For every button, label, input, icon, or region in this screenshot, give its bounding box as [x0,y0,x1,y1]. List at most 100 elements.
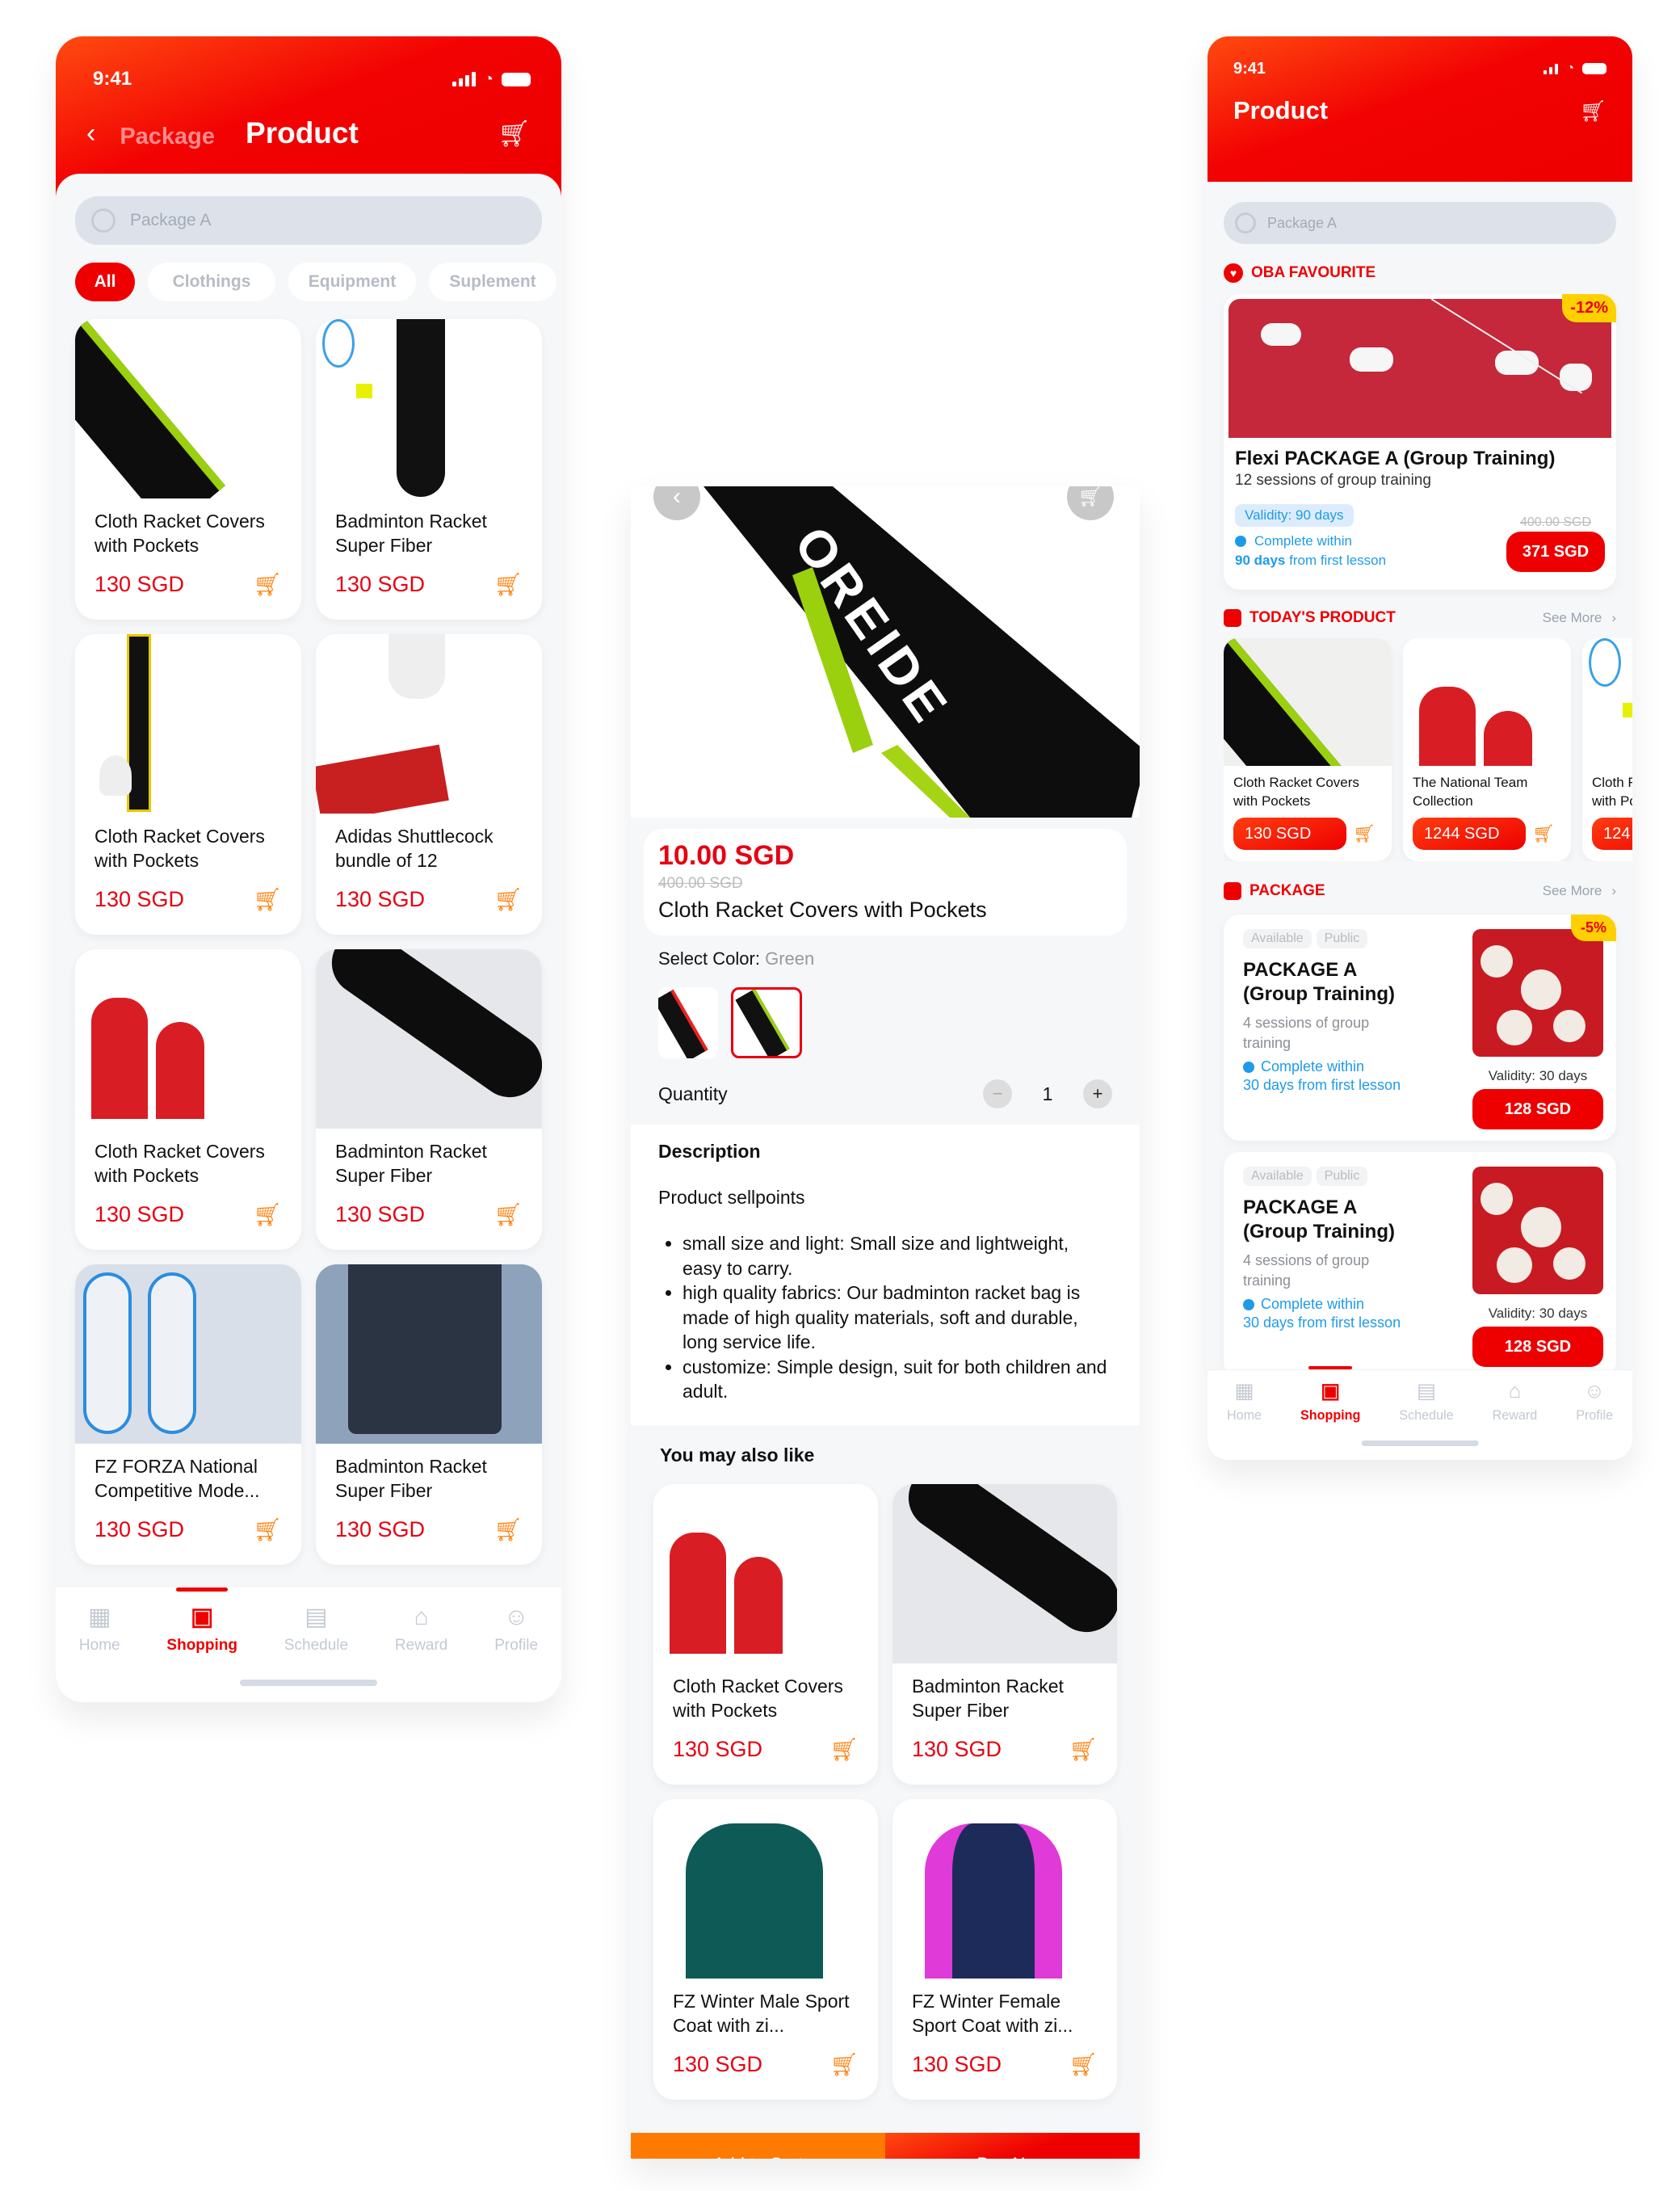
color-swatch-red[interactable] [658,987,718,1058]
section-label: OBA FAVOURITE [1251,264,1376,281]
cart-icon[interactable]: 🛒︎ [1580,99,1606,124]
add-to-cart-icon[interactable]: 🛒︎ [494,1516,523,1543]
nav-shopping[interactable]: ▣ Shopping [1300,1366,1360,1460]
nav-schedule[interactable]: ▤ Schedule [284,1604,348,1702]
package-card[interactable]: Available Public PACKAGE A (Group Trainin… [1224,915,1616,1141]
complete-days: 30 days from first lesson [1243,1077,1401,1094]
price-button[interactable]: 124 [1592,818,1632,850]
add-to-cart-icon[interactable]: 🛒︎ [253,571,282,598]
product-price: 130 SGD [912,2052,1002,2077]
product-image [75,1264,301,1444]
nav-reward[interactable]: ⌂ Reward [395,1604,447,1702]
recommended-product-card[interactable]: FZ Winter Male Sport Coat with zi... 130… [653,1799,878,2101]
chip-suplement[interactable]: Suplement [429,263,556,301]
chip-clothings[interactable]: Clothings [148,263,275,301]
nav-shopping[interactable]: ▣ Shopping [166,1588,237,1702]
color-swatch-green[interactable] [731,987,802,1058]
price-button[interactable]: 128 SGD [1472,1327,1603,1367]
buy-now-button[interactable]: Buy Now [885,2133,1140,2159]
price-button[interactable]: 130 SGD [1233,818,1346,850]
product-price: 130 SGD [335,1517,426,1541]
add-to-cart-icon[interactable]: 🛒︎ [494,1201,523,1228]
see-more-link[interactable]: See More › [1543,610,1616,626]
grid-icon: ▦ [1234,1380,1254,1402]
product-card[interactable]: Cloth Racket Covers with Pockets 130 SGD… [75,634,301,935]
increment-button[interactable]: + [1083,1079,1112,1108]
also-like-title: You may also like [660,1445,815,1466]
shopping-bag-icon: ▣ [1321,1380,1341,1402]
product-card[interactable]: Cloth Racket Covers with Pockets 130 SGD… [75,949,301,1250]
favourite-section-title: ♥ OBA FAVOURITE [1224,263,1616,283]
search-input[interactable]: Package A [75,196,542,245]
action-bar: Add to Cart Buy Now [631,2133,1140,2159]
nav-reward[interactable]: ⌂ Reward [1493,1380,1538,1460]
sellpoint: small size and light: Small size and lig… [682,1231,1112,1281]
add-to-cart-icon[interactable]: 🛒︎ [830,1736,859,1763]
price-button[interactable]: 128 SGD [1472,1089,1603,1129]
discount-badge: -12% [1562,294,1616,322]
gift-icon: ⌂ [1508,1380,1522,1402]
package-card[interactable]: Available Public PACKAGE A (Group Trainin… [1224,1152,1616,1378]
color-swatches [658,987,1112,1058]
nav-label: Schedule [1399,1407,1454,1423]
recommended-product-card[interactable]: FZ Winter Female Sport Coat with zi... 1… [892,1799,1117,2101]
nav-profile[interactable]: ☺ Profile [1576,1380,1613,1460]
nav-schedule[interactable]: ▤ Schedule [1399,1380,1453,1460]
add-to-cart-icon[interactable]: 🛒︎ [1069,2051,1098,2078]
see-more-label: See More [1542,883,1602,898]
see-more-link[interactable]: See More › [1543,883,1616,899]
product-card[interactable]: Badminton Racket Super Fiber 130 SGD 🛒︎ [316,1264,542,1565]
validity-tag: Validity: 90 days [1235,504,1354,527]
product-price: 130 SGD [912,1737,1002,1762]
add-to-cart-icon[interactable]: 🛒︎ [253,886,282,913]
home-indicator [240,1680,377,1686]
status-tag: Available [1243,929,1312,948]
wifi-icon: ◔ [1566,61,1574,75]
decrement-button[interactable]: − [983,1079,1012,1108]
recommended-product-card[interactable]: Badminton Racket Super Fiber 130 SGD 🛒︎ [892,1484,1117,1785]
today-product-card[interactable]: Cloth Racket Covers with Pockets 124 🛒︎ [1582,638,1632,861]
product-card[interactable]: FZ FORZA National Competitive Mode... 13… [75,1264,301,1565]
quantity-value[interactable]: 1 [1012,1083,1083,1105]
chip-all[interactable]: All [75,263,135,301]
back-icon[interactable]: ‹ [86,118,95,149]
search-input[interactable]: Package A [1224,202,1616,244]
add-to-cart-icon[interactable]: 🛒︎ [494,571,523,598]
add-to-cart-icon[interactable]: 🛒︎ [1069,1736,1098,1763]
product-name: FZ FORZA National Competitive Mode... [94,1456,260,1501]
chip-equipment[interactable]: Equipment [288,263,416,301]
add-to-cart-icon[interactable]: 🛒︎ [494,886,523,913]
price-button[interactable]: 371 SGD [1506,532,1605,572]
back-label[interactable]: Package [120,124,215,150]
content: Package A ♥ OBA FAVOURITE -12% Flexi PAC… [1208,184,1632,1460]
also-like-grid: Cloth Racket Covers with Pockets 130 SGD… [653,1484,1117,2101]
product-price: 130 SGD [94,1517,185,1541]
today-product-card[interactable]: The National Team Collection 1244 SGD 🛒︎ [1403,638,1571,861]
favourite-package-card[interactable]: -12% Flexi PACKAGE A (Group Training) 12… [1224,294,1616,590]
product-card[interactable]: Badminton Racket Super Fiber 130 SGD 🛒︎ [316,949,542,1250]
add-to-cart-button[interactable]: Add to Cart [631,2133,885,2159]
product-card[interactable]: Cloth Racket Covers with Pockets 130 SGD… [75,319,301,620]
nav-home[interactable]: ▦ Home [79,1604,120,1702]
quantity-row: Quantity − 1 + [658,1078,1112,1110]
cart-icon[interactable]: 🛒︎ [498,118,531,149]
package-title: PACKAGE A (Group Training) [1243,959,1395,1005]
product-name: Cloth Racket Covers with Pockets [658,898,987,922]
product-name: The National Team Collection [1413,775,1528,809]
product-card[interactable]: Adidas Shuttlecock bundle of 12 130 SGD … [316,634,542,935]
complete-days: 30 days from first lesson [1243,1314,1401,1331]
add-to-cart-icon[interactable]: 🛒︎ [253,1516,282,1543]
active-indicator [176,1588,229,1592]
add-to-cart-icon[interactable]: 🛒︎ [253,1201,282,1228]
add-to-cart-icon[interactable]: 🛒︎ [830,2051,859,2078]
product-card[interactable]: Badminton Racket Super Fiber 130 SGD 🛒︎ [316,319,542,620]
nav-profile[interactable]: ☺ Profile [494,1604,538,1702]
recommended-product-card[interactable]: Cloth Racket Covers with Pockets 130 SGD… [653,1484,878,1785]
today-product-card[interactable]: Cloth Racket Covers with Pockets 130 SGD… [1224,638,1392,861]
nav-home[interactable]: ▦ Home [1227,1380,1262,1460]
product-name: Badminton Racket Super Fiber [335,1456,487,1501]
add-to-cart-icon[interactable]: 🛒︎ [1353,823,1376,844]
add-to-cart-icon[interactable]: 🛒︎ [1532,823,1555,844]
product-price: 130 SGD [94,572,185,596]
price-button[interactable]: 1244 SGD [1413,818,1526,850]
